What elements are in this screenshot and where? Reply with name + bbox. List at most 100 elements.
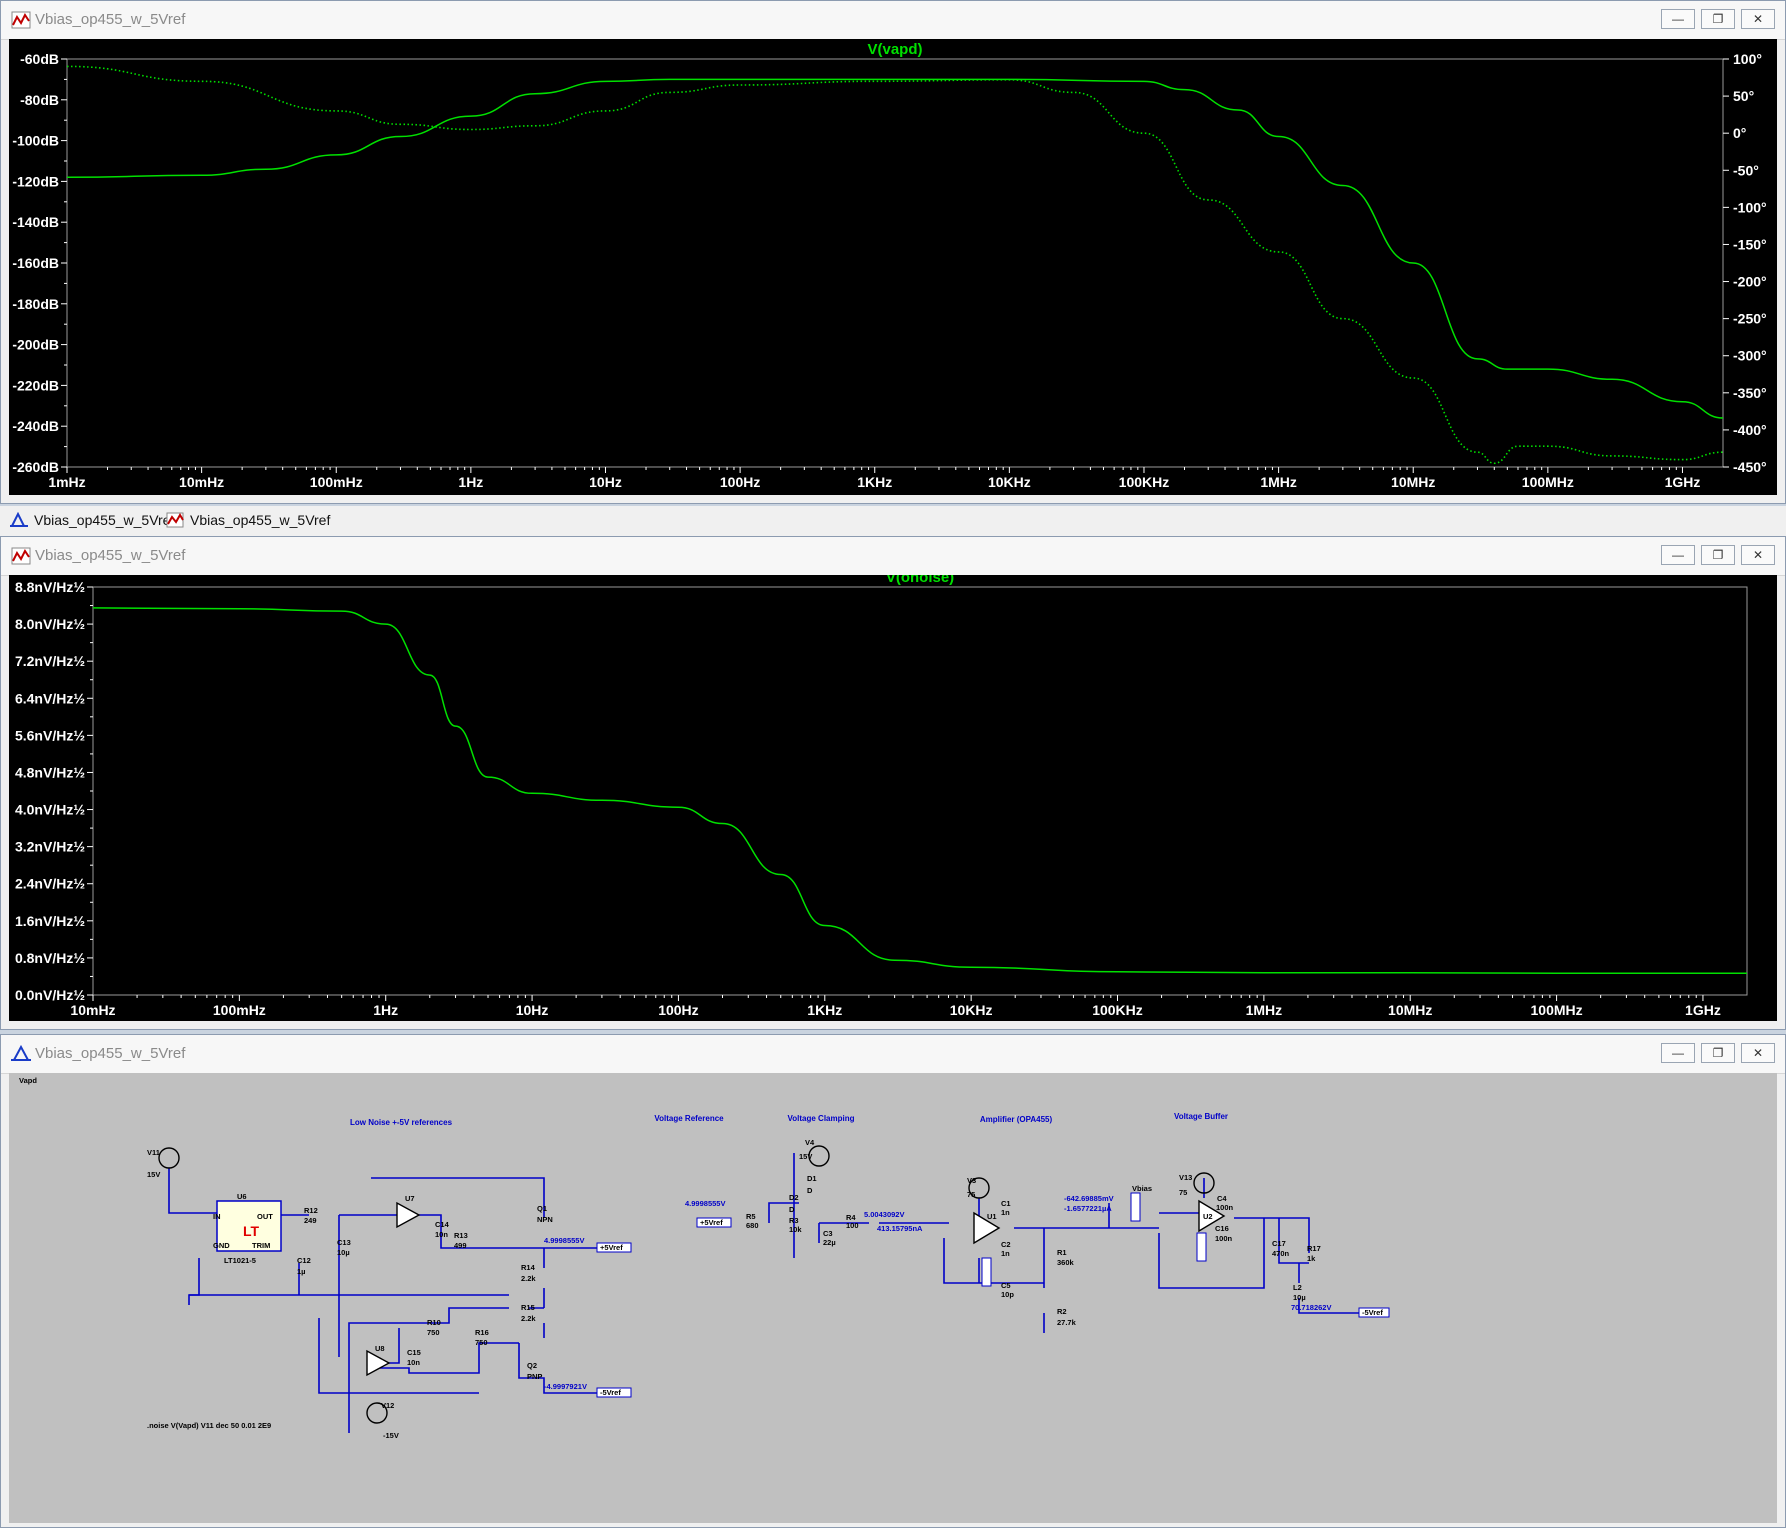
tab-waveform-label: Vbias_op455_w_5Vref xyxy=(190,512,331,528)
component-label: C17 xyxy=(1272,1239,1286,1248)
component-label: OUT xyxy=(257,1212,273,1221)
component-label: 2.2k xyxy=(521,1274,536,1283)
component-label: Vbias xyxy=(1132,1184,1152,1193)
schematic-window-title: Vbias_op455_w_5Vref xyxy=(35,1045,186,1062)
trace-title: V(onoise) xyxy=(886,575,954,586)
y-tick-label: -120dB xyxy=(12,173,59,189)
restore-icon: ❐ xyxy=(1712,548,1724,562)
section-title: Amplifier (OPA455) xyxy=(980,1115,1053,1124)
node-voltage-label: -642.69885mV xyxy=(1064,1194,1114,1203)
node-voltage-label: 70.718262V xyxy=(1291,1303,1331,1312)
minimize-button[interactable]: — xyxy=(1661,9,1695,29)
component-label: 27.7k xyxy=(1057,1318,1077,1327)
component-label: C5 xyxy=(1001,1281,1011,1290)
component-label: -15V xyxy=(383,1431,399,1440)
x-tick-label: 100mHz xyxy=(310,474,363,490)
component-label: C1 xyxy=(1001,1199,1011,1208)
component-label: C16 xyxy=(1215,1224,1229,1233)
noise-window: Vbias_op455_w_5Vref — ❐ ✕ V(onoise) 10mHz… xyxy=(0,536,1786,1030)
x-tick-label: 1KHz xyxy=(807,1002,842,1018)
component-label: GND xyxy=(213,1241,230,1250)
y2-tick-label: 50° xyxy=(1733,88,1754,104)
component-label: V3 xyxy=(967,1176,976,1185)
bode-window-title: Vbias_op455_w_5Vref xyxy=(35,11,186,28)
component-label: 249 xyxy=(304,1216,317,1225)
component-label: 10µ xyxy=(1293,1293,1306,1302)
y2-tick-label: -450° xyxy=(1733,459,1767,475)
minimize-button[interactable]: — xyxy=(1661,1043,1695,1063)
minimize-icon: — xyxy=(1672,12,1684,26)
component-label: V13 xyxy=(1179,1173,1192,1182)
component-label: C13 xyxy=(337,1238,351,1247)
bode-plot-area[interactable]: V(vapd) 1mHz 10mHz 100mHz 1Hz 10Hz 100Hz 1KHz 10… xyxy=(9,39,1777,495)
x-tick-label: 1MHz xyxy=(1246,1002,1283,1018)
y-tick-label: 4.0nV/Hz½ xyxy=(15,802,85,818)
y2-tick-label: 0° xyxy=(1733,125,1746,141)
component-label: 10n xyxy=(407,1358,420,1367)
opamp-u8[interactable] xyxy=(366,1349,391,1377)
component-label: C2 xyxy=(1001,1240,1011,1249)
component-label: 100n xyxy=(1215,1234,1233,1243)
close-button[interactable]: ✕ xyxy=(1741,9,1775,29)
voltage-source-v11[interactable] xyxy=(158,1147,180,1169)
close-button[interactable]: ✕ xyxy=(1741,545,1775,565)
schematic-canvas[interactable]: LT Low Noise +-5V references Voltage Refe… xyxy=(9,1073,1777,1523)
component-label: IN xyxy=(213,1212,221,1221)
y-tick-label: -220dB xyxy=(12,377,59,393)
component-label: +5Vref xyxy=(600,1243,623,1252)
component-label: U7 xyxy=(405,1194,415,1203)
noise-chart: V(onoise) 10mHz 100mHz 1Hz 10Hz 100Hz 1KHz 10KH… xyxy=(15,569,1748,1018)
bode-window: Vbias_op455_w_5Vref — ❐ ✕ V(vapd) 1mHz 10m… xyxy=(0,0,1786,504)
component-label: 100n xyxy=(1216,1203,1234,1212)
x-tick-label: 10KHz xyxy=(988,474,1031,490)
y2-tick-label: -300° xyxy=(1733,348,1767,364)
noise-plot-area[interactable]: V(onoise) 10mHz 100mHz 1Hz 10Hz 100Hz 1KHz 10KH… xyxy=(9,569,1777,1021)
component-label: V11 xyxy=(147,1148,160,1157)
schematic-labels: Low Noise +-5V references Voltage Referen… xyxy=(19,1076,1383,1440)
component-label: 75 xyxy=(1179,1188,1187,1197)
component-label: -5Vref xyxy=(600,1388,621,1397)
restore-icon: ❐ xyxy=(1712,12,1724,26)
tab-waveform[interactable]: Vbias_op455_w_5Vref xyxy=(166,512,330,528)
y2-tick-label: 100° xyxy=(1733,51,1762,67)
x-tick-label: 1GHz xyxy=(1685,1002,1721,1018)
y2-tick-label: -50° xyxy=(1733,162,1759,178)
component-label: TRIM xyxy=(252,1241,270,1250)
noise-titlebar[interactable]: Vbias_op455_w_5Vref — ❐ ✕ xyxy=(1,537,1785,576)
x-tick-label: 100MHz xyxy=(1531,1002,1583,1018)
component-label: R12 xyxy=(304,1206,318,1215)
close-button[interactable]: ✕ xyxy=(1741,1043,1775,1063)
section-title: Voltage Clamping xyxy=(788,1114,855,1123)
x-tick-label: 100Hz xyxy=(658,1002,698,1018)
node-voltage-label: 5.0043092V xyxy=(864,1210,904,1219)
waveform-icon xyxy=(11,11,31,29)
x-tick-label: 10MHz xyxy=(1388,1002,1432,1018)
y-tick-label: 8.8nV/Hz½ xyxy=(15,579,85,595)
tab-schematic[interactable]: Vbias_op455_w_5Vref xyxy=(10,512,174,528)
schematic-titlebar[interactable]: Vbias_op455_w_5Vref — ❐ ✕ xyxy=(1,1035,1785,1074)
opamp-u7[interactable] xyxy=(396,1201,421,1229)
y-tick-label: -240dB xyxy=(12,418,59,434)
restore-button[interactable]: ❐ xyxy=(1701,9,1735,29)
component-label: Q1 xyxy=(537,1204,547,1213)
restore-button[interactable]: ❐ xyxy=(1701,1043,1735,1063)
bode-titlebar[interactable]: Vbias_op455_w_5Vref — ❐ ✕ xyxy=(1,1,1785,40)
component-label: R16 xyxy=(475,1328,489,1337)
plot-frame xyxy=(92,586,1748,996)
vbias-label-box xyxy=(981,1257,992,1287)
component-label: C14 xyxy=(435,1220,450,1229)
y2-tick-label: -100° xyxy=(1733,199,1767,215)
section-title: Voltage Reference xyxy=(654,1114,724,1123)
x-tick-label: 100Hz xyxy=(720,474,760,490)
component-label: R5 xyxy=(746,1212,756,1221)
component-label: U6 xyxy=(237,1192,247,1201)
restore-button[interactable]: ❐ xyxy=(1701,545,1735,565)
component-label: 15V xyxy=(799,1152,812,1161)
component-label: D1 xyxy=(807,1174,817,1183)
component-label: V4 xyxy=(805,1138,815,1147)
x-tick-label: 1MHz xyxy=(1260,474,1297,490)
magnitude-series-line xyxy=(66,78,1724,419)
section-title: Voltage Buffer xyxy=(1174,1112,1228,1121)
minimize-button[interactable]: — xyxy=(1661,545,1695,565)
waveform-icon xyxy=(166,512,184,528)
